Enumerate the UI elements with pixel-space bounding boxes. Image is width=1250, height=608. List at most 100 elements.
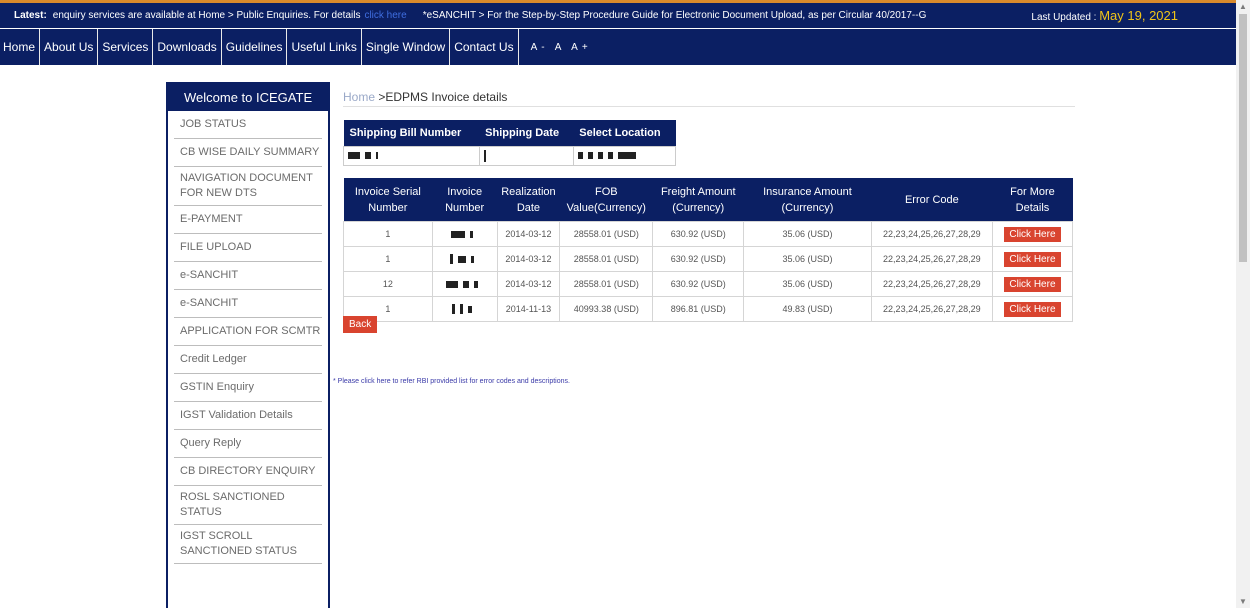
col-freight-amount: Freight Amount (Currency) bbox=[652, 178, 744, 222]
insurance-amount-cell: 49.83 (USD) bbox=[743, 296, 872, 322]
fob-value-cell: 28558.01 (USD) bbox=[559, 246, 654, 272]
sidebar-item-navigation-document[interactable]: NAVIGATION DOCUMENT FOR NEW DTS bbox=[174, 167, 322, 206]
sidebar: Welcome to ICEGATE JOB STATUS CB WISE DA… bbox=[166, 82, 330, 608]
click-here-button[interactable]: Click Here bbox=[1004, 301, 1061, 317]
error-code-cell: 22,23,24,25,26,27,28,29 bbox=[870, 296, 993, 322]
table-row: 1 2014-11-13 40993.38 (USD) 896.81 (USD)… bbox=[343, 296, 1074, 322]
redacted-mark bbox=[607, 152, 613, 160]
scroll-up-icon[interactable]: ▲ bbox=[1239, 2, 1247, 11]
col-insurance-amount: Insurance Amount (Currency) bbox=[743, 178, 872, 222]
back-button[interactable]: Back bbox=[343, 316, 378, 333]
fob-value-cell: 28558.01 (USD) bbox=[559, 221, 654, 247]
freight-amount-cell: 630.92 (USD) bbox=[652, 246, 745, 272]
insurance-amount-cell: 35.06 (USD) bbox=[743, 246, 872, 272]
col-invoice-number: Invoice Number bbox=[432, 178, 498, 222]
shipping-date-value bbox=[478, 146, 574, 166]
insurance-amount-cell: 35.06 (USD) bbox=[743, 221, 872, 247]
col-invoice-serial-number: Invoice Serial Number bbox=[343, 178, 433, 222]
redacted-mark bbox=[452, 304, 456, 315]
nav-home[interactable]: Home bbox=[0, 29, 41, 65]
error-codes-note-link[interactable]: * Please click here to refer RBI provide… bbox=[333, 378, 570, 385]
breadcrumb-home[interactable]: Home bbox=[343, 90, 375, 104]
nav-contact-us[interactable]: Contact Us bbox=[450, 29, 519, 65]
realization-date-cell: 2014-03-12 bbox=[496, 221, 561, 247]
last-updated: Last Updated : May 19, 2021 bbox=[1031, 8, 1178, 23]
last-updated-label: Last Updated : bbox=[1031, 12, 1097, 23]
col-realization-date: Realization Date bbox=[497, 178, 560, 222]
col-error-code: Error Code bbox=[871, 178, 993, 222]
redacted-mark bbox=[468, 305, 473, 313]
sidebar-item-gstin-enquiry[interactable]: GSTIN Enquiry bbox=[174, 374, 322, 402]
invoice-serial-cell: 1 bbox=[343, 246, 433, 272]
details-cell: Click Here bbox=[991, 271, 1074, 297]
sidebar-item-igst-validation-details[interactable]: IGST Validation Details bbox=[174, 402, 322, 430]
table-row: 1 2014-03-12 28558.01 (USD) 630.92 (USD)… bbox=[343, 221, 1074, 247]
table-row: 12 2014-03-12 28558.01 (USD) 630.92 (USD… bbox=[343, 271, 1074, 297]
sidebar-item-file-upload[interactable]: FILE UPLOAD bbox=[174, 234, 322, 262]
breadcrumb: Home >EDPMS Invoice details bbox=[343, 90, 507, 104]
fob-value-cell: 28558.01 (USD) bbox=[559, 271, 654, 297]
realization-date-cell: 2014-03-12 bbox=[496, 246, 561, 272]
shipping-bill-number-value bbox=[343, 146, 480, 166]
sidebar-item-cb-wise-daily-summary[interactable]: CB WISE DAILY SUMMARY bbox=[174, 139, 322, 167]
nav-about-us[interactable]: About Us bbox=[40, 29, 99, 65]
sidebar-item-cb-directory-enquiry[interactable]: CB DIRECTORY ENQUIRY bbox=[174, 458, 322, 486]
redacted-mark bbox=[617, 152, 636, 160]
sidebar-title: Welcome to ICEGATE bbox=[168, 84, 328, 111]
invoice-number-cell bbox=[431, 246, 498, 272]
redacted-mark bbox=[474, 281, 479, 289]
sidebar-item-e-sanchit-2[interactable]: e-SANCHIT bbox=[174, 290, 322, 318]
redacted-mark bbox=[460, 304, 464, 315]
shipping-bill-number-header: Shipping Bill Number bbox=[343, 120, 480, 147]
ticker-click-here-link[interactable]: click here bbox=[364, 10, 406, 21]
sidebar-item-query-reply[interactable]: Query Reply bbox=[174, 430, 322, 458]
table-row: 1 2014-03-12 28558.01 (USD) 630.92 (USD)… bbox=[343, 246, 1074, 272]
redacted-mark bbox=[376, 152, 378, 160]
redacted-mark bbox=[597, 152, 603, 160]
redacted-mark bbox=[483, 150, 486, 162]
ticker-esanchit-message[interactable]: *eSANCHIT > For the Step-by-Step Procedu… bbox=[423, 10, 927, 21]
scrollbar-thumb[interactable] bbox=[1239, 14, 1247, 262]
error-code-cell: 22,23,24,25,26,27,28,29 bbox=[870, 246, 993, 272]
select-location-header: Select Location bbox=[573, 120, 676, 147]
ticker-latest-label: Latest: bbox=[14, 10, 47, 21]
nav-useful-links[interactable]: Useful Links bbox=[287, 29, 362, 65]
col-for-more-details: For More Details bbox=[992, 178, 1073, 222]
click-here-button[interactable]: Click Here bbox=[1004, 276, 1061, 292]
sidebar-item-e-sanchit[interactable]: e-SANCHIT bbox=[174, 262, 322, 290]
nav-guidelines[interactable]: Guidelines bbox=[222, 29, 288, 65]
sidebar-item-job-status[interactable]: JOB STATUS bbox=[174, 111, 322, 139]
breadcrumb-divider bbox=[343, 106, 1075, 107]
page-scrollbar[interactable]: ▲ ▼ bbox=[1236, 0, 1250, 608]
invoice-number-cell bbox=[431, 296, 498, 322]
nav-single-window[interactable]: Single Window bbox=[362, 29, 451, 65]
redacted-mark bbox=[587, 152, 593, 160]
select-location-value bbox=[572, 146, 677, 166]
main-nav: Home About Us Services Downloads Guideli… bbox=[0, 29, 1236, 65]
redacted-mark bbox=[458, 255, 467, 263]
realization-date-cell: 2014-11-13 bbox=[496, 296, 561, 322]
last-updated-date: May 19, 2021 bbox=[1099, 8, 1178, 23]
invoice-serial-cell: 12 bbox=[343, 271, 433, 297]
scroll-down-icon[interactable]: ▼ bbox=[1239, 597, 1247, 606]
sidebar-item-igst-scroll-sanctioned-status[interactable]: IGST SCROLL SANCTIONED STATUS bbox=[174, 525, 322, 564]
fob-value-cell: 40993.38 (USD) bbox=[559, 296, 654, 322]
redacted-mark bbox=[365, 152, 371, 160]
sidebar-item-application-for-scmtr[interactable]: APPLICATION FOR SCMTR bbox=[174, 318, 322, 346]
news-ticker: Latest: enquiry services are available a… bbox=[0, 0, 1236, 28]
shipping-bill-table: Shipping Bill Number Shipping Date Selec… bbox=[343, 120, 677, 166]
click-here-button[interactable]: Click Here bbox=[1004, 226, 1061, 242]
invoice-number-cell bbox=[431, 271, 498, 297]
sidebar-item-e-payment[interactable]: E-PAYMENT bbox=[174, 206, 322, 234]
click-here-button[interactable]: Click Here bbox=[1004, 251, 1061, 267]
font-size-controls[interactable]: A- A A+ bbox=[531, 42, 592, 53]
redacted-mark bbox=[348, 152, 360, 160]
sidebar-item-rosl-sanctioned-status[interactable]: ROSL SANCTIONED STATUS bbox=[174, 486, 322, 525]
realization-date-cell: 2014-03-12 bbox=[496, 271, 561, 297]
sidebar-item-credit-ledger[interactable]: Credit Ledger bbox=[174, 346, 322, 374]
nav-downloads[interactable]: Downloads bbox=[153, 29, 222, 65]
nav-services[interactable]: Services bbox=[98, 29, 154, 65]
freight-amount-cell: 630.92 (USD) bbox=[652, 221, 745, 247]
freight-amount-cell: 630.92 (USD) bbox=[652, 271, 745, 297]
redacted-mark bbox=[471, 255, 475, 263]
